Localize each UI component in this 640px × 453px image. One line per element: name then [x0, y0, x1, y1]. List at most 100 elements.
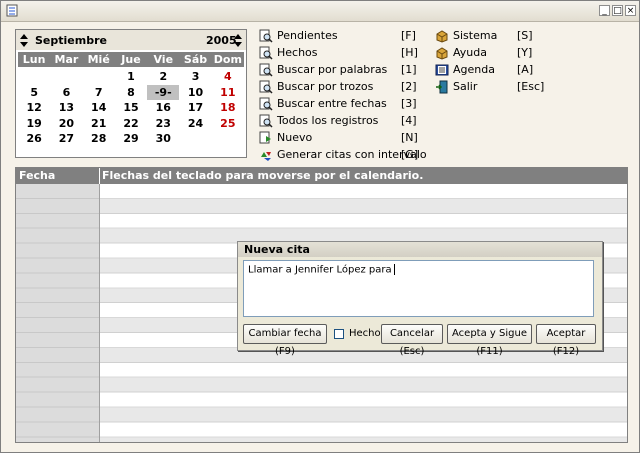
cancel-button[interactable]: Cancelar (Esc) — [381, 324, 443, 357]
accept-continue-button[interactable]: Acepta y Sigue (F11) — [447, 324, 532, 357]
menu-item-shortcut: [S] — [517, 29, 533, 42]
menu-item-shortcut: [Esc] — [517, 80, 545, 93]
calendar-day[interactable]: 8 — [115, 85, 147, 101]
spin-down-icon[interactable] — [20, 42, 28, 47]
calendar-day[interactable]: 21 — [83, 116, 115, 132]
column-header-fecha[interactable]: Fecha — [19, 169, 55, 182]
calendar-day-empty — [83, 69, 115, 85]
search-doc-icon — [259, 29, 273, 43]
menu-item-label: Ayuda — [453, 46, 487, 59]
menu-item-sistema[interactable]: Sistema [S] — [435, 28, 557, 44]
calendar-day-empty — [18, 69, 50, 85]
book-icon — [435, 63, 449, 77]
menu-item-label: Todos los registros — [277, 114, 379, 127]
menu-item-ayuda[interactable]: Ayuda [Y] — [435, 45, 557, 61]
menu-item-shortcut: [G] — [401, 148, 419, 161]
menu-item-nuevo[interactable]: Nuevo [N] — [259, 130, 441, 146]
calendar-day[interactable]: 12 — [18, 100, 50, 116]
menu-item-shortcut: [H] — [401, 46, 418, 59]
column-header-message: Flechas del teclado para moverse por el … — [102, 169, 424, 182]
appointment-text-input[interactable]: Llamar a Jennifer López para — [243, 260, 594, 317]
maximize-button[interactable]: □ — [612, 5, 623, 16]
calendar-header: Septiembre 2005 — [16, 30, 246, 50]
menu-item-generar-citas-con-intervalo[interactable]: Generar citas con intervalo [G] — [259, 147, 441, 163]
new-doc-icon — [259, 131, 273, 145]
calendar-day[interactable]: 23 — [147, 116, 179, 132]
menu-item-agenda[interactable]: Agenda [A] — [435, 62, 557, 78]
column-divider — [99, 168, 100, 184]
calendar-day[interactable]: 25 — [212, 116, 244, 132]
calendar-day[interactable]: 19 — [18, 116, 50, 132]
menu-item-label: Salir — [453, 80, 478, 93]
box-icon — [435, 29, 449, 43]
calendar-day[interactable]: 3 — [179, 69, 211, 85]
menu-item-shortcut: [A] — [517, 63, 534, 76]
dow-label: Mié — [87, 53, 110, 66]
menu-item-buscar-entre-fechas[interactable]: Buscar entre fechas [3] — [259, 96, 441, 112]
calendar-week: 26 27 28 29 30 — [18, 131, 244, 147]
menu-item-salir[interactable]: Salir [Esc] — [435, 79, 557, 95]
spin-up-icon[interactable] — [234, 34, 242, 39]
calendar-day[interactable]: 22 — [115, 116, 147, 132]
calendar-day[interactable]: 26 — [18, 131, 50, 147]
calendar-week: 1234 — [18, 69, 244, 85]
menu-item-label: Hechos — [277, 46, 318, 59]
calendar-day[interactable]: 5 — [18, 85, 50, 101]
calendar-week: 19 20 21 22 23 24 25 — [18, 116, 244, 132]
calendar-day[interactable]: 16 — [147, 100, 179, 116]
calendar-day[interactable]: 13 — [50, 100, 82, 116]
menu-item-hechos[interactable]: Hechos [H] — [259, 45, 441, 61]
exit-door-icon — [435, 80, 449, 94]
close-button[interactable]: × — [625, 5, 636, 16]
menu-item-label: Sistema — [453, 29, 498, 42]
calendar-day[interactable]: 14 — [83, 100, 115, 116]
menu-item-pendientes[interactable]: Pendientes [F] — [259, 28, 441, 44]
title-bar[interactable]: _ □ × — [1, 1, 639, 22]
calendar-day[interactable]: 15 — [115, 100, 147, 116]
spin-down-icon[interactable] — [234, 42, 242, 47]
calendar-day[interactable]: 11 — [212, 85, 244, 101]
dow-label: Sáb — [183, 53, 208, 66]
menu-item-label: Pendientes — [277, 29, 338, 42]
menu-item-buscar-por-palabras[interactable]: Buscar por palabras [1] — [259, 62, 441, 78]
minimize-button[interactable]: _ — [599, 5, 610, 16]
calendar-day[interactable]: 24 — [179, 116, 211, 132]
fecha-column[interactable] — [16, 184, 100, 442]
calendar-day[interactable]: 29 — [115, 131, 147, 147]
dialog-title: Nueva cita — [244, 243, 310, 256]
menu-item-shortcut: [2] — [401, 80, 417, 93]
spin-up-icon[interactable] — [20, 34, 28, 39]
calendar-day[interactable]: 1 — [115, 69, 147, 85]
done-checkbox[interactable] — [334, 329, 344, 339]
dialog-title-bar[interactable]: Nueva cita — [238, 242, 602, 257]
box-icon — [435, 46, 449, 60]
calendar-day[interactable]: 6 — [50, 85, 82, 101]
calendar-day[interactable]: 20 — [50, 116, 82, 132]
menu-item-label: Buscar entre fechas — [277, 97, 387, 110]
accept-button[interactable]: Aceptar (F12) — [536, 324, 596, 357]
calendar-day[interactable]: 10 — [179, 85, 211, 101]
calendar-day[interactable]: 30 — [147, 131, 179, 147]
dow-label: Vie — [153, 53, 174, 66]
top-panel: Septiembre 2005 Lun Mar Mié Jue Vie Sáb … — [1, 22, 639, 167]
calendar-day[interactable]: 17 — [179, 100, 211, 116]
search-doc-icon — [259, 46, 273, 60]
calendar-day[interactable]: 4 — [212, 69, 244, 85]
menu-item-shortcut: [N] — [401, 131, 418, 144]
menu-item-todos-los-registros[interactable]: Todos los registros [4] — [259, 113, 441, 129]
calendar-day[interactable]: -9- — [147, 84, 180, 100]
calendar-day[interactable]: 2 — [147, 69, 179, 85]
calendar-day[interactable]: 7 — [83, 85, 115, 101]
search-doc-icon — [259, 97, 273, 111]
done-checkbox-label[interactable]: Hecho — [349, 328, 381, 339]
menu-item-buscar-por-trozos[interactable]: Buscar por trozos [2] — [259, 79, 441, 95]
menu-item-shortcut: [F] — [401, 29, 416, 42]
calendar-day[interactable]: 27 — [50, 131, 82, 147]
menu-item-shortcut: [4] — [401, 114, 417, 127]
change-date-button[interactable]: Cambiar fecha (F9) — [243, 324, 327, 357]
calendar-day[interactable]: 18 — [212, 100, 244, 116]
calendar-day[interactable]: 28 — [83, 131, 115, 147]
month-spinner[interactable] — [20, 33, 29, 49]
calendar-week: 12 13 14 15 16 17 18 — [18, 100, 244, 116]
year-spinner[interactable] — [234, 33, 243, 49]
